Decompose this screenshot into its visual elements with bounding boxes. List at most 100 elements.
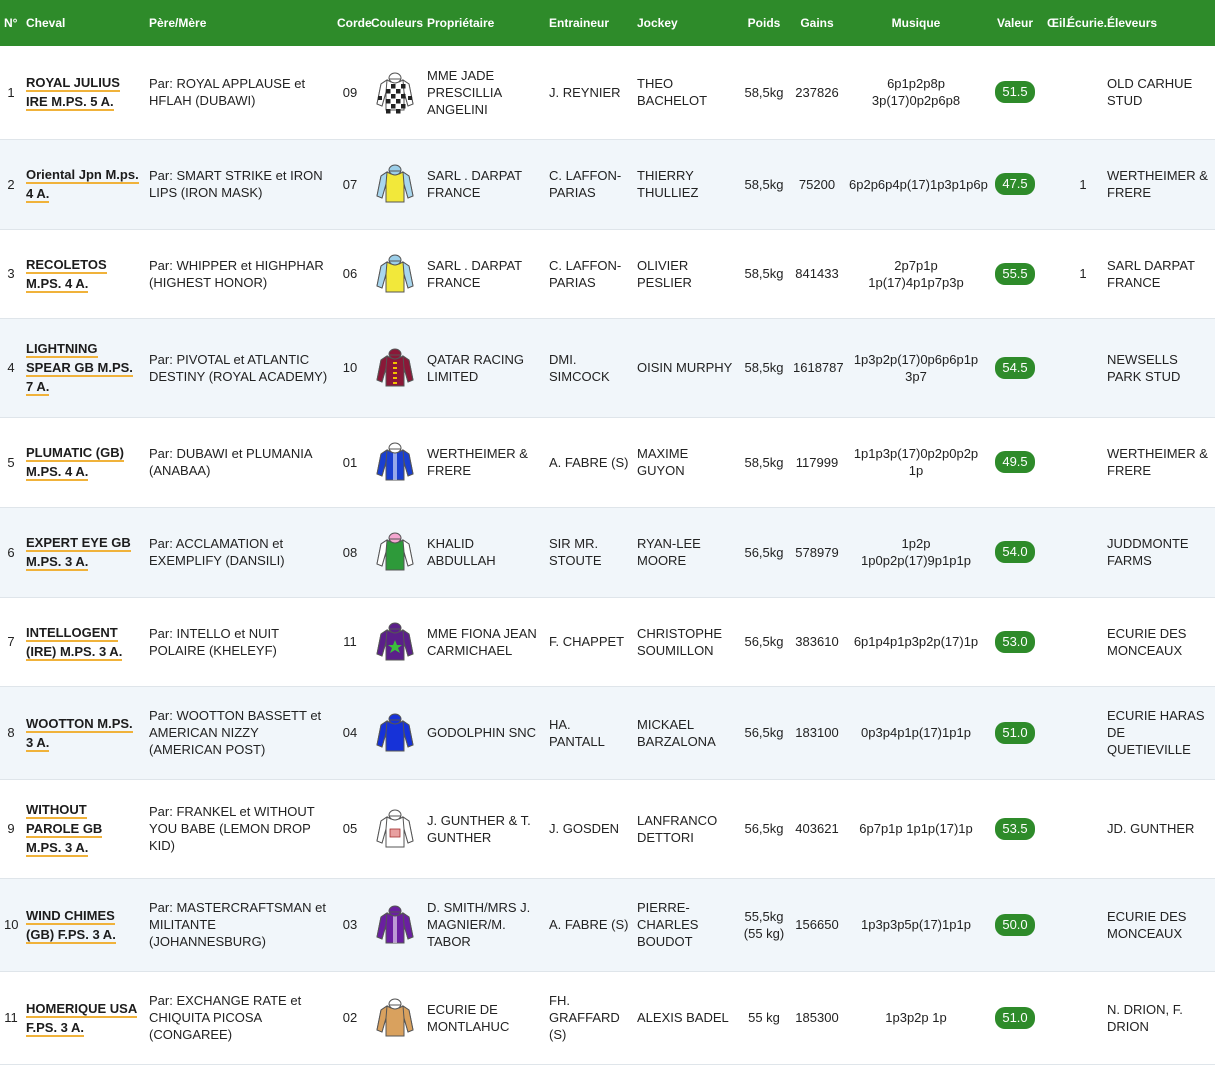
- owner-text: ECURIE DE MONTLAHUC: [427, 1001, 510, 1034]
- music-text: 1p3p3p5p(17)1p1p: [861, 917, 971, 932]
- table-row: 8 WOOTTON M.PS. 3 A. Par: WOOTTON BASSETT …: [0, 686, 1215, 779]
- horse-cell: INTELLOGENT (IRE) M.PS. 3 A.: [22, 597, 145, 686]
- horse-name-link[interactable]: INTELLOGENT (IRE) M.PS. 3 A.: [26, 624, 123, 661]
- earnings-text: 237826: [795, 84, 839, 100]
- owner-text: SARL . DARPAT FRANCE: [427, 257, 522, 290]
- col-trainer[interactable]: Entraineur: [545, 0, 633, 46]
- col-horse[interactable]: Cheval: [22, 0, 145, 46]
- owner-text: D. SMITH/MRS J. MAGNIER/M. TABOR: [427, 900, 531, 949]
- draw-number: 02: [342, 1010, 358, 1025]
- music-text: 0p3p4p1p(17)1p1p: [861, 725, 971, 740]
- table-row: 2 Oriental Jpn M.ps. 4 A. Par: SMART STRIK…: [0, 139, 1215, 229]
- col-draw[interactable]: Corde: [333, 0, 372, 46]
- breeder-text: OLD CARHUE STUD: [1107, 76, 1193, 109]
- breeder-text: SARL DARPAT FRANCE: [1107, 257, 1195, 290]
- horse-name-link[interactable]: EXPERT EYE GB M.PS. 3 A.: [26, 535, 131, 571]
- owner-text: SARL . DARPAT FRANCE: [427, 168, 522, 200]
- col-owner[interactable]: Propriétaire: [423, 0, 545, 46]
- draw-number: 04: [342, 725, 358, 740]
- col-earnings[interactable]: Gains: [789, 0, 845, 46]
- col-weight[interactable]: Poids: [739, 0, 789, 46]
- trainer-text: J. GOSDEN: [549, 821, 620, 836]
- earnings-text: 156650: [795, 917, 839, 932]
- table-header: N° Cheval Père/Mère Corde Couleurs Propr…: [0, 0, 1215, 46]
- table-row: 6 EXPERT EYE GB M.PS. 3 A. Par: ACCLAMATIO…: [0, 507, 1215, 597]
- parents-text: Par: FRANKEL et WITHOUT YOU BABE (LEMON …: [149, 804, 315, 853]
- horse-cell: ROYAL JULIUS IRE M.PS. 5 A.: [22, 46, 145, 139]
- col-value[interactable]: Valeur: [987, 0, 1043, 46]
- table-row: 1 ROYAL JULIUS IRE M.PS. 5 A. Par: ROYAL A…: [0, 46, 1215, 139]
- horse-cell: WITHOUT PAROLE GB M.PS. 3 A.: [22, 779, 145, 878]
- stable-text: [1063, 878, 1103, 971]
- silks-cell: [367, 686, 423, 779]
- parents-text: Par: DUBAWI et PLUMANIA (ANABAA): [149, 446, 312, 478]
- eye-cell: [1043, 779, 1063, 878]
- value-cell: 51.0: [987, 686, 1043, 779]
- runner-number: 10: [4, 917, 19, 932]
- breeder-text: JD. GUNTHER: [1107, 821, 1195, 836]
- value-cell: 50.0: [987, 878, 1043, 971]
- weight-text: 58,5kg: [744, 360, 784, 375]
- horse-cell: Oriental Jpn M.ps. 4 A.: [22, 139, 145, 229]
- horse-name-link[interactable]: RECOLETOS M.PS. 4 A.: [26, 256, 107, 293]
- horse-name-link[interactable]: Oriental Jpn M.ps. 4 A.: [26, 167, 139, 203]
- col-music[interactable]: Musique: [845, 0, 987, 46]
- owner-text: WERTHEIMER & FRERE: [427, 446, 528, 478]
- purple-stripe-silks-icon: [376, 905, 414, 943]
- weight-text: 55,5kg (55 kg): [743, 908, 785, 941]
- value-badge: 53.5: [995, 817, 1035, 840]
- horse-cell: PLUMATIC (GB) M.PS. 4 A.: [22, 417, 145, 507]
- col-eye[interactable]: Œil.: [1043, 0, 1069, 46]
- white-silks-icon: [376, 809, 414, 847]
- horse-name-link[interactable]: PLUMATIC (GB) M.PS. 4 A.: [26, 445, 124, 481]
- runner-number: 8: [7, 725, 15, 740]
- table-row: 9 WITHOUT PAROLE GB M.PS. 3 A. Par: FRANKE…: [0, 779, 1215, 878]
- blue-white-silks-icon: [376, 442, 414, 481]
- music-text: 6p7p1p 1p1p(17)1p: [859, 821, 973, 836]
- draw-number: 06: [342, 266, 358, 281]
- owner-text: MME FIONA JEAN CARMICHAEL: [427, 625, 537, 658]
- draw-number: 11: [343, 634, 357, 649]
- eye-cell: [1043, 318, 1063, 417]
- trainer-text: A. FABRE (S): [549, 917, 629, 932]
- eye-cell: [1043, 686, 1063, 779]
- col-num[interactable]: N°: [0, 0, 22, 46]
- runner-number: 4: [7, 360, 15, 375]
- col-jockey[interactable]: Jockey: [633, 0, 739, 46]
- col-stable[interactable]: Écurie.: [1063, 0, 1107, 46]
- jockey-text: CHRISTOPHE SOUMILLON: [637, 625, 722, 658]
- eye-cell: [1043, 971, 1063, 1064]
- horse-name-link[interactable]: WOOTTON M.PS. 3 A.: [26, 715, 133, 752]
- draw-number: 05: [342, 821, 358, 836]
- runner-number: 7: [7, 634, 15, 649]
- earnings-text: 578979: [795, 544, 839, 560]
- horse-name-link[interactable]: LIGHTNING SPEAR GB M.PS. 7 A.: [26, 341, 133, 396]
- horse-name-link[interactable]: ROYAL JULIUS IRE M.PS. 5 A.: [26, 75, 120, 112]
- col-parents[interactable]: Père/Mère: [145, 0, 333, 46]
- value-badge: 53.0: [995, 630, 1035, 653]
- horse-name-link[interactable]: WITHOUT PAROLE GB M.PS. 3 A.: [26, 802, 103, 857]
- trainer-text: FH. GRAFFARD (S): [549, 993, 620, 1042]
- value-cell: 51.5: [987, 46, 1043, 139]
- value-badge: 49.5: [995, 451, 1035, 473]
- eye-cell: [1043, 46, 1063, 139]
- stable-text: 1: [1079, 176, 1087, 192]
- breeder-text: NEWSELLS PARK STUD: [1107, 351, 1181, 384]
- draw-number: 01: [342, 454, 358, 470]
- col-colors[interactable]: Couleurs: [367, 0, 423, 46]
- value-cell: 54.0: [987, 507, 1043, 597]
- owner-text: KHALID ABDULLAH: [427, 536, 496, 568]
- col-breeders[interactable]: Éleveurs: [1103, 0, 1215, 46]
- horse-name-link[interactable]: HOMERIQUE USA F.PS. 3 A.: [26, 1000, 138, 1037]
- tan-silks-icon: [376, 998, 414, 1036]
- owner-text: GODOLPHIN SNC: [427, 725, 537, 740]
- stable-text: [1063, 686, 1103, 779]
- breeder-text: N. DRION, F. DRION: [1107, 1001, 1183, 1034]
- jockey-text: RYAN-LEE MOORE: [637, 536, 701, 568]
- value-badge: 51.0: [995, 721, 1035, 744]
- draw-number: 08: [342, 544, 358, 560]
- breeder-text: JUDDMONTE FARMS: [1107, 536, 1189, 568]
- runner-number: 5: [7, 454, 15, 470]
- stable-text: [1063, 507, 1103, 597]
- horse-name-link[interactable]: WIND CHIMES (GB) F.PS. 3 A.: [26, 907, 116, 944]
